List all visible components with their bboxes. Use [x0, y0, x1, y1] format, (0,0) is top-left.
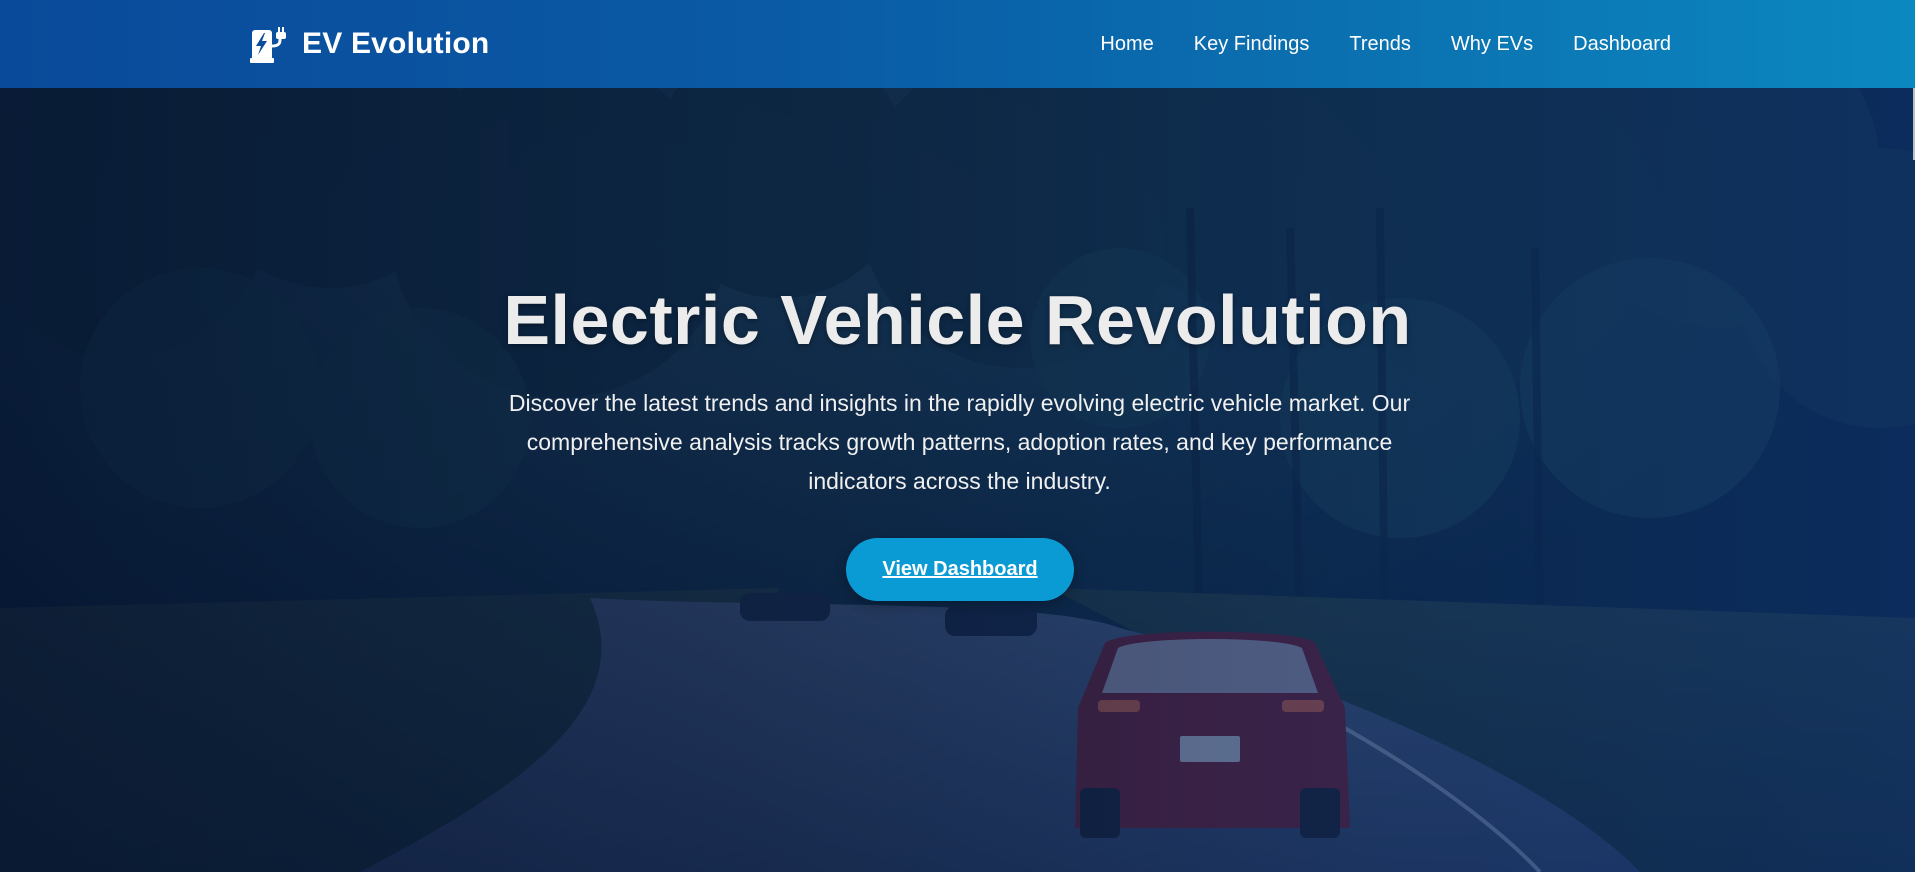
nav-key-findings-link[interactable]: Key Findings: [1194, 30, 1310, 58]
brand-name: EV Evolution: [302, 27, 490, 60]
nav-dashboard-link[interactable]: Dashboard: [1573, 30, 1671, 58]
nav-why-evs-link[interactable]: Why EVs: [1451, 30, 1533, 58]
hero-title: Electric Vehicle Revolution: [503, 281, 1412, 359]
nav-trends-link[interactable]: Trends: [1349, 30, 1411, 58]
charging-station-icon: [250, 24, 292, 64]
brand-logo[interactable]: EV Evolution: [250, 24, 489, 64]
view-dashboard-button[interactable]: View Dashboard: [846, 538, 1074, 601]
nav-home-link[interactable]: Home: [1100, 30, 1153, 58]
hero-description: Discover the latest trends and insights …: [508, 390, 1411, 494]
site-header: EV Evolution Home Key Findings Trends Wh…: [0, 0, 1915, 88]
main-nav: Home Key Findings Trends Why EVs Dashboa…: [1100, 30, 1671, 58]
hero-section: Electric Vehicle Revolution Discover the…: [0, 88, 1915, 872]
